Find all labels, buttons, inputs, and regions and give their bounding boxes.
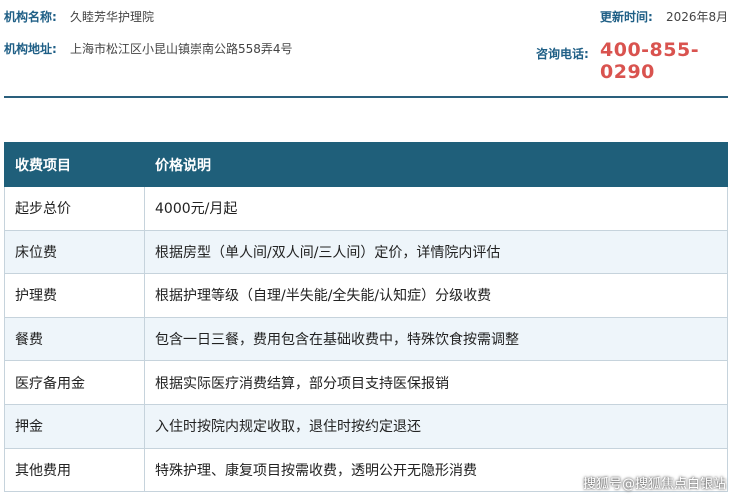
price-desc: 根据房型（单人间/双人间/三人间）定价，详情院内评估 bbox=[144, 229, 728, 275]
watermark: 搜狐号@搜狐焦点白银站 bbox=[582, 477, 726, 492]
info-section: 机构名称: 久睦芳华护理院 机构地址: 上海市松江区小昆山镇崇南公路558弄4号… bbox=[0, 0, 740, 140]
phone-number[interactable]: 400-855-0290 bbox=[600, 39, 740, 83]
phone-label: 咨询电话: bbox=[536, 47, 589, 61]
org-name-label: 机构名称: bbox=[4, 10, 57, 24]
fee-item: 护理费 bbox=[4, 273, 145, 318]
table-row: 餐费 包含一日三餐，费用包含在基础收费中，特殊饮食按需调整 bbox=[4, 316, 728, 362]
fee-item: 餐费 bbox=[4, 316, 145, 362]
updated-value: 2026年8月 bbox=[666, 10, 729, 24]
price-desc: 包含一日三餐，费用包含在基础收费中，特殊饮食按需调整 bbox=[144, 316, 728, 362]
table-row: 床位费 根据房型（单人间/双人间/三人间）定价，详情院内评估 bbox=[4, 229, 728, 275]
fee-item: 床位费 bbox=[4, 229, 145, 275]
fee-item: 起步总价 bbox=[4, 186, 145, 231]
price-desc: 根据实际医疗消费结算，部分项目支持医保报销 bbox=[144, 360, 728, 405]
table-row: 医疗备用金 根据实际医疗消费结算，部分项目支持医保报销 bbox=[4, 360, 728, 405]
fee-item: 医疗备用金 bbox=[4, 360, 145, 405]
header-price-desc: 价格说明 bbox=[144, 142, 728, 187]
table-header-row: 收费项目 价格说明 bbox=[4, 142, 728, 187]
price-desc: 入住时按院内规定收取，退住时按约定退还 bbox=[144, 403, 728, 449]
org-addr: 上海市松江区小昆山镇崇南公路558弄4号 bbox=[70, 42, 293, 56]
updated-label: 更新时间: bbox=[600, 10, 653, 24]
table-row: 起步总价 4000元/月起 bbox=[4, 186, 728, 231]
table-row: 护理费 根据护理等级（自理/半失能/全失能/认知症）分级收费 bbox=[4, 273, 728, 318]
fee-item: 其他费用 bbox=[4, 447, 145, 493]
org-addr-label: 机构地址: bbox=[4, 42, 57, 56]
header-divider bbox=[4, 96, 728, 98]
price-desc: 根据护理等级（自理/半失能/全失能/认知症）分级收费 bbox=[144, 273, 728, 318]
table-row: 押金 入住时按院内规定收取，退住时按约定退还 bbox=[4, 403, 728, 449]
header-fee-item: 收费项目 bbox=[4, 142, 145, 187]
fee-item: 押金 bbox=[4, 403, 145, 449]
price-desc: 4000元/月起 bbox=[144, 186, 728, 231]
org-name: 久睦芳华护理院 bbox=[70, 10, 155, 24]
fee-table: 收费项目 价格说明 起步总价 4000元/月起 床位费 根据房型（单人间/双人间… bbox=[4, 142, 728, 493]
